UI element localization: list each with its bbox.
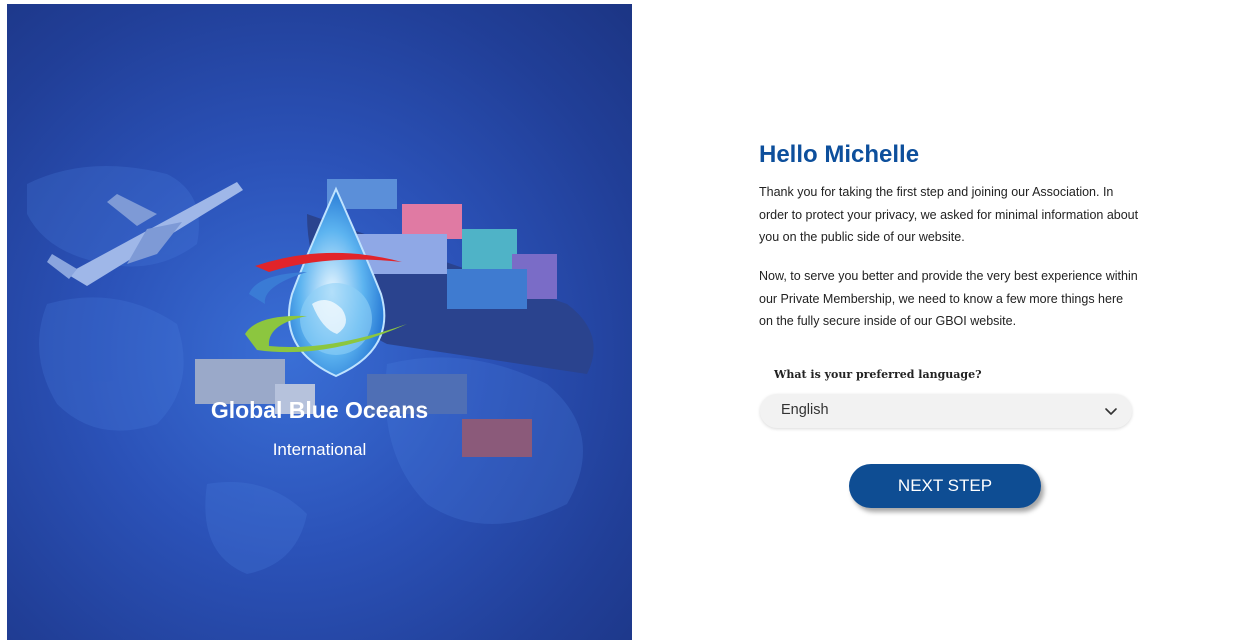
welcome-panel: Hello Michelle Thank you for taking the …: [632, 0, 1258, 640]
hero-illustration: [27, 166, 594, 574]
greeting-heading: Hello Michelle: [759, 141, 920, 168]
membership-paragraph: Now, to serve you better and provide the…: [759, 269, 1138, 328]
language-select[interactable]: English: [760, 394, 1132, 428]
language-selected-value: English: [781, 402, 829, 418]
hero-panel: Global Blue Oceans International: [7, 4, 632, 640]
brand-tagline: International: [272, 440, 367, 459]
chevron-down-icon: [1105, 408, 1117, 415]
next-step-button[interactable]: NEXT STEP: [849, 464, 1041, 508]
brand-name: Global Blue Oceans: [210, 397, 429, 423]
language-label: What is your preferred language?: [774, 368, 982, 381]
intro-paragraph: Thank you for taking the first step and …: [759, 185, 1139, 244]
world-map-shape: [27, 166, 583, 574]
